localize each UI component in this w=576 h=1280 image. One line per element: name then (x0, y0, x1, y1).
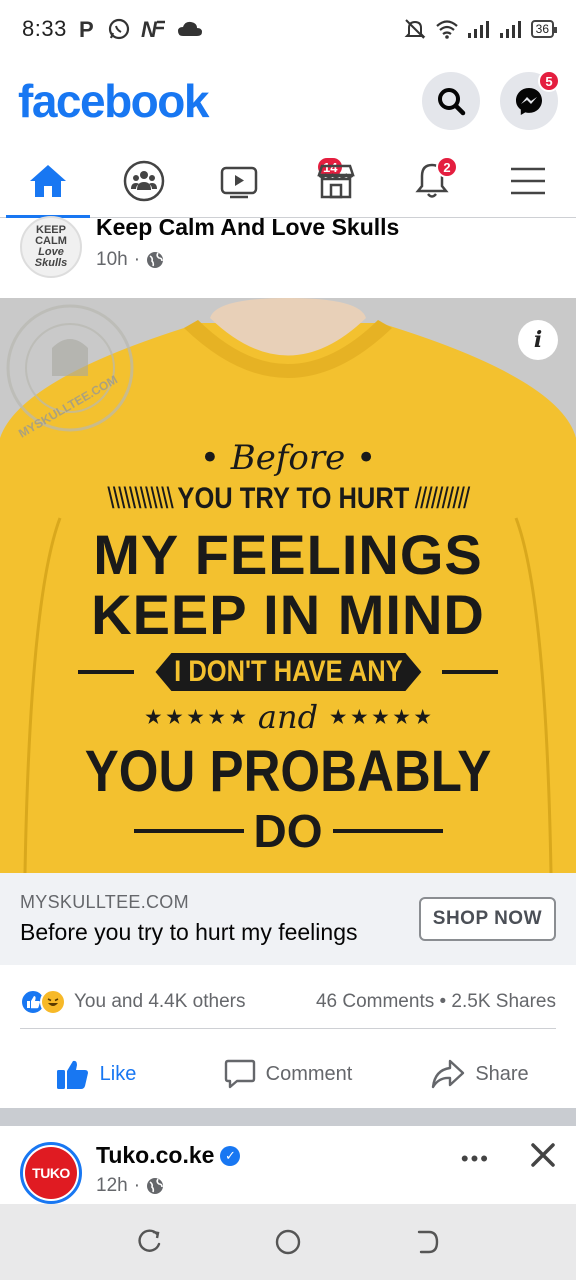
reactions-text[interactable]: You and 4.4K others (74, 991, 246, 1013)
ad-link-bar[interactable]: MYSKULLTEE.COM Before you try to hurt my… (0, 873, 576, 965)
like-label: Like (99, 1062, 137, 1085)
back-icon[interactable] (413, 1228, 441, 1256)
system-nav-bar (0, 1204, 576, 1280)
shop-now-button[interactable]: SHOP NOW (418, 897, 556, 941)
menu-icon (511, 167, 545, 194)
home-nav-icon[interactable] (274, 1228, 302, 1256)
signal-icon (467, 21, 489, 38)
nav-tabs: 14 2 (0, 144, 576, 218)
status-time: 8:33 (22, 16, 67, 41)
messenger-badge: 5 (538, 70, 560, 92)
shirt-text-line4: KEEP IN MIND (91, 583, 485, 646)
shirt-text-line8: DO (253, 805, 323, 857)
tab-notifications[interactable]: 2 (384, 144, 480, 217)
marketplace-icon (317, 164, 355, 198)
thumbs-up-icon (56, 1060, 88, 1089)
feed-divider (0, 1108, 576, 1126)
globe-icon (147, 252, 164, 268)
pinterest-icon: P (79, 18, 94, 40)
next-page-name[interactable]: Tuko.co.ke (96, 1142, 214, 1169)
home-icon (30, 164, 66, 197)
svg-text:N: N (141, 18, 158, 40)
shirt-text-line2-main: YOU TRY TO HURT (177, 482, 410, 515)
signal-icon-2 (499, 21, 521, 38)
watch-icon (220, 166, 258, 198)
post-timestamp[interactable]: 10h · (96, 249, 399, 271)
battery-icon: 36 (530, 20, 558, 38)
ad-info-button[interactable]: i (518, 320, 558, 360)
shirt-text-line7: YOU PROBABLY (84, 739, 492, 804)
messenger-button[interactable]: 5 (500, 70, 560, 130)
page-name[interactable]: Keep Calm And Love Skulls (96, 214, 399, 241)
news-icon: N (141, 18, 165, 40)
search-icon (438, 88, 466, 116)
comment-label: Comment (265, 1062, 353, 1085)
tab-menu[interactable] (480, 144, 576, 217)
share-label: Share (475, 1062, 529, 1085)
mute-icon (404, 19, 426, 39)
ad-domain: MYSKULLTEE.COM (20, 892, 189, 912)
recent-apps-icon[interactable] (135, 1228, 163, 1256)
avatar-text-4: Skulls (34, 257, 68, 269)
whatsapp-icon (108, 18, 129, 40)
share-button[interactable]: Share (384, 1040, 576, 1108)
tuko-avatar[interactable]: TUKO (20, 1142, 82, 1204)
globe-icon (147, 1178, 164, 1194)
top-bar: facebook 5 (0, 58, 576, 144)
wifi-icon (435, 20, 458, 39)
shirt-text-line3: MY FEELINGS (93, 523, 483, 586)
notifications-badge: 2 (436, 156, 458, 178)
shirt-text-line2: \\\\\\\\\\\\ YOU TRY TO HURT ////////// (107, 482, 470, 515)
verified-badge-icon: ✓ (220, 1145, 241, 1166)
comments-shares-count[interactable]: 46 Comments • 2.5K Shares (316, 991, 556, 1013)
shirt-text-line5: I DON'T HAVE ANY (155, 653, 421, 691)
next-post-time-text: 12h (96, 1175, 128, 1196)
tuko-logo: TUKO (25, 1147, 77, 1199)
tab-home[interactable] (0, 144, 96, 218)
info-icon: i (533, 327, 543, 353)
messenger-icon (516, 88, 542, 115)
groups-icon (123, 160, 165, 201)
post-actions: Like Comment Share (0, 1040, 576, 1108)
reactions-summary: You and 4.4K others 46 Comments • 2.5K S… (20, 975, 556, 1029)
post-time-text: 10h (96, 249, 128, 270)
status-bar: 8:33 P N 36 (0, 0, 576, 58)
cloud-icon (177, 21, 202, 36)
next-post-header: TUKO Tuko.co.ke ✓ 12h · ••• (0, 1126, 576, 1204)
shirt-do-row: DO (0, 804, 576, 858)
shirt-text-line6: and (257, 698, 319, 736)
post-header: KEEP CALM Love Skulls Keep Calm And Love… (0, 212, 576, 298)
comment-button[interactable]: Comment (192, 1040, 384, 1108)
tab-watch[interactable]: 14 (192, 144, 345, 217)
haha-reaction-icon (40, 988, 66, 1015)
close-icon[interactable] (530, 1142, 556, 1168)
svg-text:P: P (79, 18, 94, 40)
tab-marketplace[interactable] (288, 144, 384, 217)
share-icon (432, 1059, 465, 1089)
tab-groups[interactable] (96, 144, 192, 217)
more-options-icon[interactable]: ••• (461, 1146, 490, 1172)
comment-icon (224, 1059, 255, 1089)
facebook-logo[interactable]: facebook (18, 74, 209, 128)
next-post-timestamp[interactable]: 12h · (96, 1175, 240, 1197)
like-button[interactable]: Like (0, 1040, 192, 1108)
shirt-banner: I DON'T HAVE ANY (0, 648, 576, 696)
page-avatar[interactable]: KEEP CALM Love Skulls (20, 216, 82, 278)
shirt-stars-row: ★ ★ ★ ★ ★ and ★ ★ ★ ★ ★ (145, 698, 431, 736)
reaction-icons[interactable] (20, 988, 66, 1015)
ad-headline: Before you try to hurt my feelings (20, 919, 358, 945)
post-image[interactable]: MYSKULLTEE.COM • Before • \\\\\\\\\\\\ Y… (0, 298, 576, 873)
search-button[interactable] (422, 72, 480, 130)
shirt-text-before: • Before • (199, 438, 377, 478)
